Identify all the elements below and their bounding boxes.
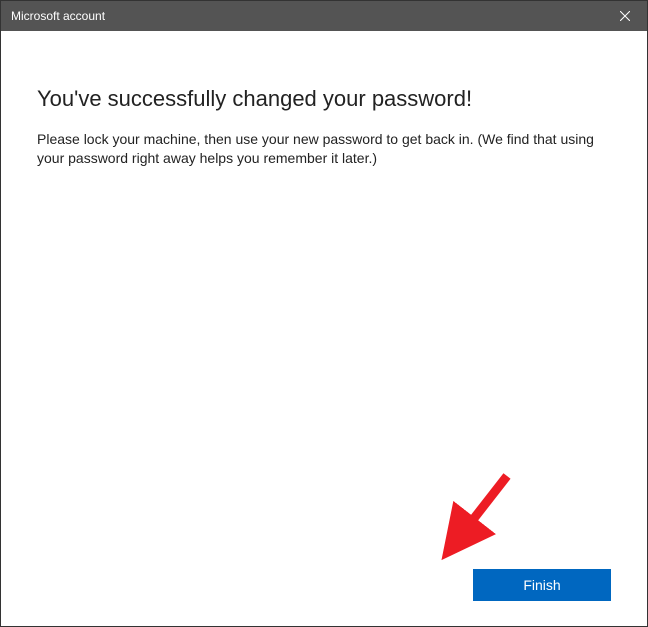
finish-button[interactable]: Finish — [473, 569, 611, 601]
titlebar: Microsoft account — [1, 1, 647, 31]
content-area: You've successfully changed your passwor… — [1, 31, 647, 168]
body-text: Please lock your machine, then use your … — [37, 130, 611, 168]
footer: Finish — [473, 569, 611, 601]
annotation-arrow — [427, 471, 517, 571]
page-heading: You've successfully changed your passwor… — [37, 86, 611, 112]
close-button[interactable] — [602, 1, 647, 31]
close-icon — [620, 11, 630, 21]
window-title: Microsoft account — [11, 9, 105, 23]
